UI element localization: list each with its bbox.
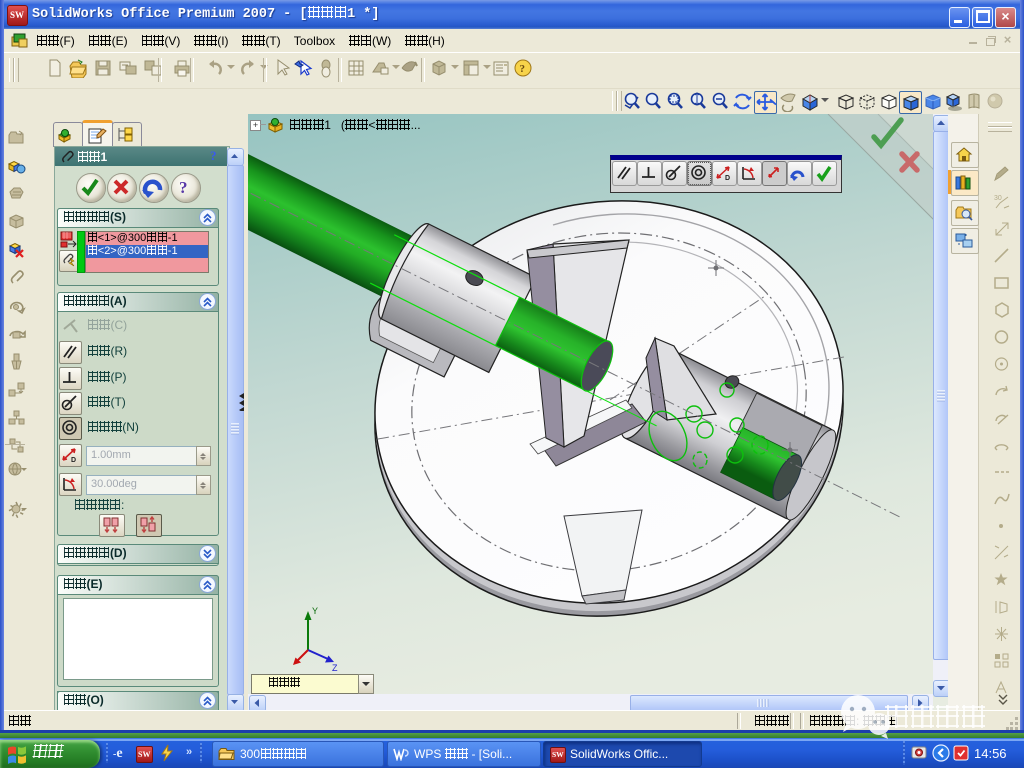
svg-text:Y: Y: [312, 606, 318, 616]
svg-text:?: ?: [520, 63, 526, 75]
svg-text:D: D: [725, 175, 730, 182]
svg-text:?: ?: [179, 178, 188, 197]
svg-text:D: D: [71, 457, 76, 464]
svg-text:30: 30: [994, 195, 1002, 202]
svg-text:Z: Z: [332, 663, 338, 673]
